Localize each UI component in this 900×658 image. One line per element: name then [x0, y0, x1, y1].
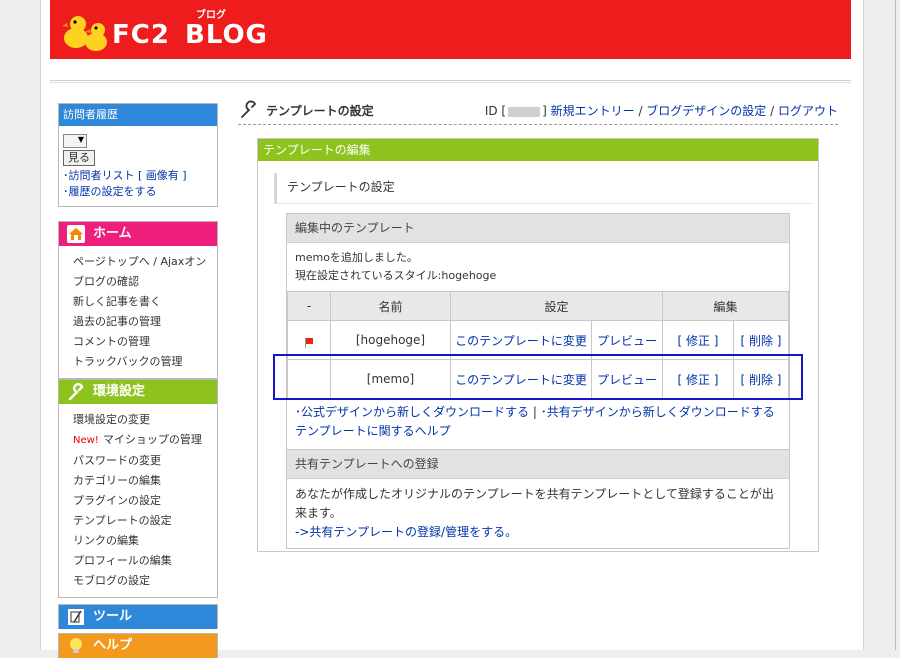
sidebar-item-profile[interactable]: プロフィールの編集 [73, 551, 217, 571]
home-section-header[interactable]: ホーム [58, 221, 218, 246]
status-message: memoを追加しました。 [295, 251, 418, 264]
logo-kana: ブログ [196, 10, 226, 21]
download-separator: | [529, 405, 541, 419]
col-header-flag: - [287, 291, 331, 321]
chevron-down-icon: ▼ [77, 135, 84, 144]
sidebar-item-trackbacks[interactable]: トラックバックの管理 [73, 352, 217, 372]
tools-section-title: ツール [93, 609, 133, 624]
duck-logo-icon [62, 16, 107, 51]
notepad-icon [68, 609, 84, 625]
edit-link[interactable]: [ 修正 ] [678, 373, 719, 387]
id-label: ID [ [484, 104, 507, 118]
sidebar-item-category[interactable]: カテゴリーの編集 [73, 471, 217, 491]
sidebar-item-myshop[interactable]: New! マイショップの管理 [73, 430, 217, 451]
sidebar: 訪問者履歴 ▼ 見る ･訪問者リスト [ 画像有 ] ･履歴の設定をする ホーム… [58, 103, 218, 658]
main-topbar: テンプレートの設定 ID [] 新規エントリー / ブログデザインの設定 / ロ… [238, 100, 838, 125]
sidebar-item-past-entries[interactable]: 過去の記事の管理 [73, 312, 217, 332]
tools-section-header[interactable]: ツール [58, 604, 218, 629]
logout-link[interactable]: ログアウト [778, 104, 838, 118]
lightbulb-icon [70, 638, 82, 653]
header-divider [50, 82, 851, 83]
home-menu: ページトップへ / Ajaxオン ブログの確認 新しく記事を書く 過去の記事の管… [58, 246, 218, 379]
visitor-history-box: 訪問者履歴 ▼ 見る ･訪問者リスト [ 画像有 ] ･履歴の設定をする [58, 103, 218, 207]
wrench-icon [241, 100, 257, 118]
sidebar-item-plugin[interactable]: プラグインの設定 [73, 491, 217, 511]
visitor-list-link[interactable]: ･訪問者リスト [ 画像有 ] [63, 169, 187, 182]
col-header-name: 名前 [330, 291, 451, 321]
link-separator: / [766, 104, 778, 118]
delete-link[interactable]: [ 削除 ] [741, 373, 782, 387]
link-separator: / [634, 104, 647, 118]
col-header-setting: 設定 [450, 291, 663, 321]
help-section-header[interactable]: ヘルプ [58, 633, 218, 658]
shared-template-title: 共有テンプレートへの登録 [287, 450, 789, 479]
template-edit-panel: テンプレートの編集 テンプレートの設定 編集中のテンプレート memoを追加しま… [257, 138, 819, 552]
active-flag-cell [287, 359, 331, 399]
sidebar-item-password[interactable]: パスワードの変更 [73, 451, 217, 471]
new-entry-link[interactable]: 新規エントリー [551, 104, 635, 118]
sidebar-item-page-top[interactable]: ページトップへ / Ajaxオン [73, 252, 217, 272]
home-section-title: ホーム [93, 226, 132, 241]
preview-link[interactable]: プレビュー [597, 373, 657, 387]
main-content: テンプレートの設定 ID [] 新規エントリー / ブログデザインの設定 / ロ… [238, 100, 838, 125]
id-close: ] [542, 104, 547, 118]
table-header-row: - 名前 設定 編集 [287, 291, 789, 321]
col-header-edit: 編集 [662, 291, 789, 321]
table-row: [memo] このテンプレートに変更 プレビュー [ 修正 ] [ 削除 ] [287, 359, 789, 399]
page: FC2 ブログ BLOG 訪問者履歴 ▼ 見る ･訪問者リスト [ 画像有 ] … [40, 0, 864, 658]
shared-description: あなたが作成したオリジナルのテンプレートを共有テンプレートとして登録することが出… [295, 487, 774, 520]
apply-template-link[interactable]: このテンプレートに変更 [455, 373, 587, 387]
sidebar-item-comments[interactable]: コメントの管理 [73, 332, 217, 352]
help-section-title: ヘルプ [93, 638, 133, 653]
history-settings-link[interactable]: ･履歴の設定をする [63, 185, 157, 198]
template-name: [hogehoge] [330, 320, 451, 360]
sidebar-item-template[interactable]: テンプレートの設定 [73, 511, 217, 531]
sidebar-item-new-entry[interactable]: 新しく記事を書く [73, 292, 217, 312]
site-header: FC2 ブログ BLOG [50, 0, 851, 59]
sidebar-item-env-settings[interactable]: 環境設定の変更 [73, 410, 217, 430]
template-table: - 名前 設定 編集 [hogehoge] このテンプレートに変更 プレビュー … [287, 291, 789, 399]
blog-design-link[interactable]: ブログデザインの設定 [646, 104, 766, 118]
preview-link[interactable]: プレビュー [597, 334, 657, 348]
sidebar-item-links[interactable]: リンクの編集 [73, 531, 217, 551]
apply-template-link[interactable]: このテンプレートに変更 [455, 334, 587, 348]
template-name: [memo] [330, 359, 451, 399]
shared-manage-link[interactable]: ->共有テンプレートの登録/管理をする。 [295, 525, 517, 539]
view-button[interactable]: 見る [63, 150, 95, 166]
active-flag-cell [287, 320, 331, 360]
settings-section-header[interactable]: 環境設定 [58, 379, 218, 404]
editing-template-title: 編集中のテンプレート [287, 214, 789, 243]
visitor-history-title: 訪問者履歴 [59, 104, 217, 126]
home-icon [67, 225, 85, 243]
sidebar-item-myshop-label: マイショップの管理 [102, 433, 202, 446]
settings-section-title: 環境設定 [93, 384, 146, 399]
sidebar-item-blog-check[interactable]: ブログの確認 [73, 272, 217, 292]
section-label: テンプレートの設定 [274, 173, 813, 204]
delete-link[interactable]: [ 削除 ] [741, 334, 782, 348]
visitor-select[interactable]: ▼ [63, 134, 87, 148]
header-subbar [50, 59, 851, 81]
table-row: [hogehoge] このテンプレートに変更 プレビュー [ 修正 ] [ 削除… [287, 320, 789, 360]
logo-fc2: FC2 [112, 20, 170, 50]
editing-template-box: 編集中のテンプレート memoを追加しました。 現在設定されているスタイル:ho… [286, 213, 790, 450]
current-style: 現在設定されているスタイル:hogehoge [295, 269, 497, 282]
id-masked-value [508, 106, 541, 117]
template-help-link[interactable]: テンプレートに関するヘルプ [295, 424, 451, 438]
page-title: テンプレートの設定 [266, 104, 374, 118]
wrench-icon [68, 383, 84, 401]
sidebar-item-moblog[interactable]: モブログの設定 [73, 571, 217, 591]
window-edge [895, 0, 896, 650]
download-official-link[interactable]: ･公式デザインから新しくダウンロードする [295, 405, 529, 419]
new-badge: New! [73, 435, 99, 446]
settings-menu: 環境設定の変更 New! マイショップの管理 パスワードの変更 カテゴリーの編集 … [58, 404, 218, 598]
panel-title: テンプレートの編集 [258, 139, 818, 161]
shared-template-box: 共有テンプレートへの登録 あなたが作成したオリジナルのテンプレートを共有テンプレ… [286, 449, 790, 549]
logo-blog: BLOG [185, 20, 268, 50]
edit-link[interactable]: [ 修正 ] [678, 334, 719, 348]
download-shared-link[interactable]: ･共有デザインから新しくダウンロードする [541, 405, 775, 419]
top-links: ID [] 新規エントリー / ブログデザインの設定 / ログアウト [485, 102, 838, 119]
red-flag-icon [304, 338, 313, 348]
